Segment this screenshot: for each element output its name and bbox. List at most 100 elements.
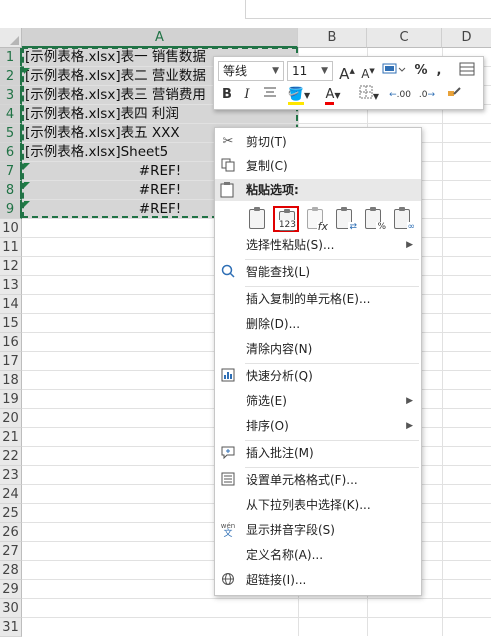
menu-item-format-cells[interactable]: 设置单元格格式(F)... [215, 469, 421, 491]
bold-button[interactable]: B [219, 85, 235, 105]
row-header[interactable]: 17 [0, 352, 22, 371]
menu-item-label: 插入复制的单元格(E)... [246, 292, 371, 306]
menu-item-cut[interactable]: ✂ 剪切(T) [215, 131, 421, 153]
row-header[interactable]: 24 [0, 485, 22, 504]
row-header[interactable]: 29 [0, 580, 22, 599]
row-header[interactable]: 2 [0, 67, 22, 86]
font-color-button[interactable]: A▼ [318, 85, 348, 105]
chevron-down-icon: ▼ [372, 92, 380, 101]
formula-bar[interactable] [245, 0, 491, 19]
column-header-c[interactable]: C [367, 28, 442, 48]
row-header[interactable]: 5 [0, 124, 22, 143]
decrease-decimal-button[interactable]: .0→ [415, 85, 439, 105]
paste-link-button[interactable]: ∞ [390, 206, 416, 232]
scissors-icon: ✂ [222, 134, 234, 149]
row-header[interactable]: 19 [0, 390, 22, 409]
paste-transpose-button[interactable]: ⇄ [332, 206, 358, 232]
menu-item-insert-comment[interactable]: 插入批注(M) [215, 442, 421, 464]
fill-color-button[interactable]: 🪣▼ [284, 85, 314, 105]
comment-icon [220, 445, 236, 461]
accounting-format-icon [382, 63, 406, 74]
increase-decimal-label: .00 [396, 90, 411, 100]
column-header-d[interactable]: D [442, 28, 491, 48]
paste-values-button[interactable]: 123 [273, 206, 299, 232]
smart-lookup-icon [220, 264, 236, 280]
comma-style-button[interactable]: , [432, 61, 446, 81]
row-header[interactable]: 10 [0, 219, 22, 238]
context-menu: ✂ 剪切(T) 复制(C) 粘贴选项: 123 fx ⇄ % ∞ 选择性粘贴(S… [214, 127, 422, 596]
row-header[interactable]: 9 [0, 200, 22, 219]
menu-item-sort[interactable]: 排序(O) ▶ [215, 415, 421, 437]
paste-values-tag: 123 [277, 220, 297, 230]
menu-item-show-phonetic[interactable]: wén 文 显示拼音字段(S) [215, 519, 421, 541]
menu-item-filter[interactable]: 筛选(E) ▶ [215, 390, 421, 412]
menu-item-label: 智能查找(L) [246, 265, 311, 279]
menu-item-smart-lookup[interactable]: 智能查找(L) [215, 261, 421, 283]
borders-button[interactable]: ▼ [354, 85, 384, 105]
menu-item-delete[interactable]: 删除(D)... [215, 313, 421, 335]
row-header[interactable]: 23 [0, 466, 22, 485]
menu-item-paste-special[interactable]: 选择性粘贴(S)... ▶ [215, 234, 421, 256]
clipboard-icon [220, 182, 236, 198]
transpose-icon: ⇄ [348, 222, 358, 232]
row-header[interactable]: 4 [0, 105, 22, 124]
font-name-dropdown[interactable]: 等线 ▼ [218, 61, 284, 81]
row-header[interactable]: 28 [0, 561, 22, 580]
accounting-format-button[interactable] [380, 61, 408, 81]
decrease-decimal-label: .0 [418, 90, 428, 100]
row-header[interactable]: 27 [0, 542, 22, 561]
increase-decimal-button[interactable]: ←.00 [388, 85, 412, 105]
menu-item-quick-analysis[interactable]: 快速分析(Q) [215, 365, 421, 387]
mini-toolbar: 等线 ▼ 11 ▼ A▲ A▼ % , B I 🪣▼ A▼ ▼ ←.00 .0→ [213, 56, 484, 110]
menu-item-clear-contents[interactable]: 清除内容(N) [215, 338, 421, 360]
menu-item-insert-copied-cells[interactable]: 插入复制的单元格(E)... [215, 288, 421, 310]
menu-item-hyperlink[interactable]: 超链接(I)... [215, 569, 421, 591]
paste-button[interactable] [245, 206, 271, 232]
chevron-down-icon: ▼ [334, 91, 341, 100]
row-header[interactable]: 15 [0, 314, 22, 333]
column-header-a[interactable]: A [22, 28, 298, 48]
menu-item-define-name[interactable]: 定义名称(A)... [215, 544, 421, 566]
format-painter-button[interactable] [444, 85, 464, 105]
format-table-button[interactable] [457, 61, 477, 81]
row-header[interactable]: 14 [0, 295, 22, 314]
menu-item-label: 设置单元格格式(F)... [246, 473, 358, 487]
align-center-button[interactable] [261, 85, 279, 105]
row-header[interactable]: 26 [0, 523, 22, 542]
column-header-b[interactable]: B [298, 28, 367, 48]
select-all-corner[interactable] [0, 28, 22, 48]
row-header[interactable]: 12 [0, 257, 22, 276]
row-header[interactable]: 7 [0, 162, 22, 181]
quick-analysis-icon [220, 368, 236, 384]
chevron-right-icon: ▶ [406, 421, 413, 431]
italic-button[interactable]: I [239, 85, 255, 105]
row-header[interactable]: 11 [0, 238, 22, 257]
grow-font-button[interactable]: A▲ [338, 61, 356, 83]
row-header[interactable]: 1 [0, 48, 22, 67]
row-header[interactable]: 20 [0, 409, 22, 428]
paste-formatting-button[interactable]: % [361, 206, 387, 232]
row-header[interactable]: 3 [0, 86, 22, 105]
row-header[interactable]: 30 [0, 599, 22, 618]
format-cells-icon [220, 472, 236, 488]
row-header[interactable]: 18 [0, 371, 22, 390]
menu-item-pick-from-list[interactable]: 从下拉列表中选择(K)... [215, 494, 421, 516]
row-header[interactable]: 31 [0, 618, 22, 637]
menu-item-label: 筛选(E) [246, 394, 287, 408]
row-header[interactable]: 21 [0, 428, 22, 447]
menu-item-copy[interactable]: 复制(C) [215, 155, 421, 177]
percent-style-button[interactable]: % [413, 61, 429, 81]
font-size-value: 11 [292, 64, 308, 78]
phonetic-icon: wén 文 [220, 522, 236, 539]
row-header[interactable]: 13 [0, 276, 22, 295]
row-header[interactable]: 16 [0, 333, 22, 352]
row-header[interactable]: 25 [0, 504, 22, 523]
row-header[interactable]: 8 [0, 181, 22, 200]
link-icon: ∞ [406, 222, 416, 232]
shrink-font-button[interactable]: A▼ [359, 61, 377, 81]
menu-item-label: 超链接(I)... [246, 573, 307, 587]
row-header[interactable]: 22 [0, 447, 22, 466]
row-header[interactable]: 6 [0, 143, 22, 162]
font-size-dropdown[interactable]: 11 ▼ [287, 61, 333, 81]
paste-formulas-button[interactable]: fx [303, 206, 329, 232]
